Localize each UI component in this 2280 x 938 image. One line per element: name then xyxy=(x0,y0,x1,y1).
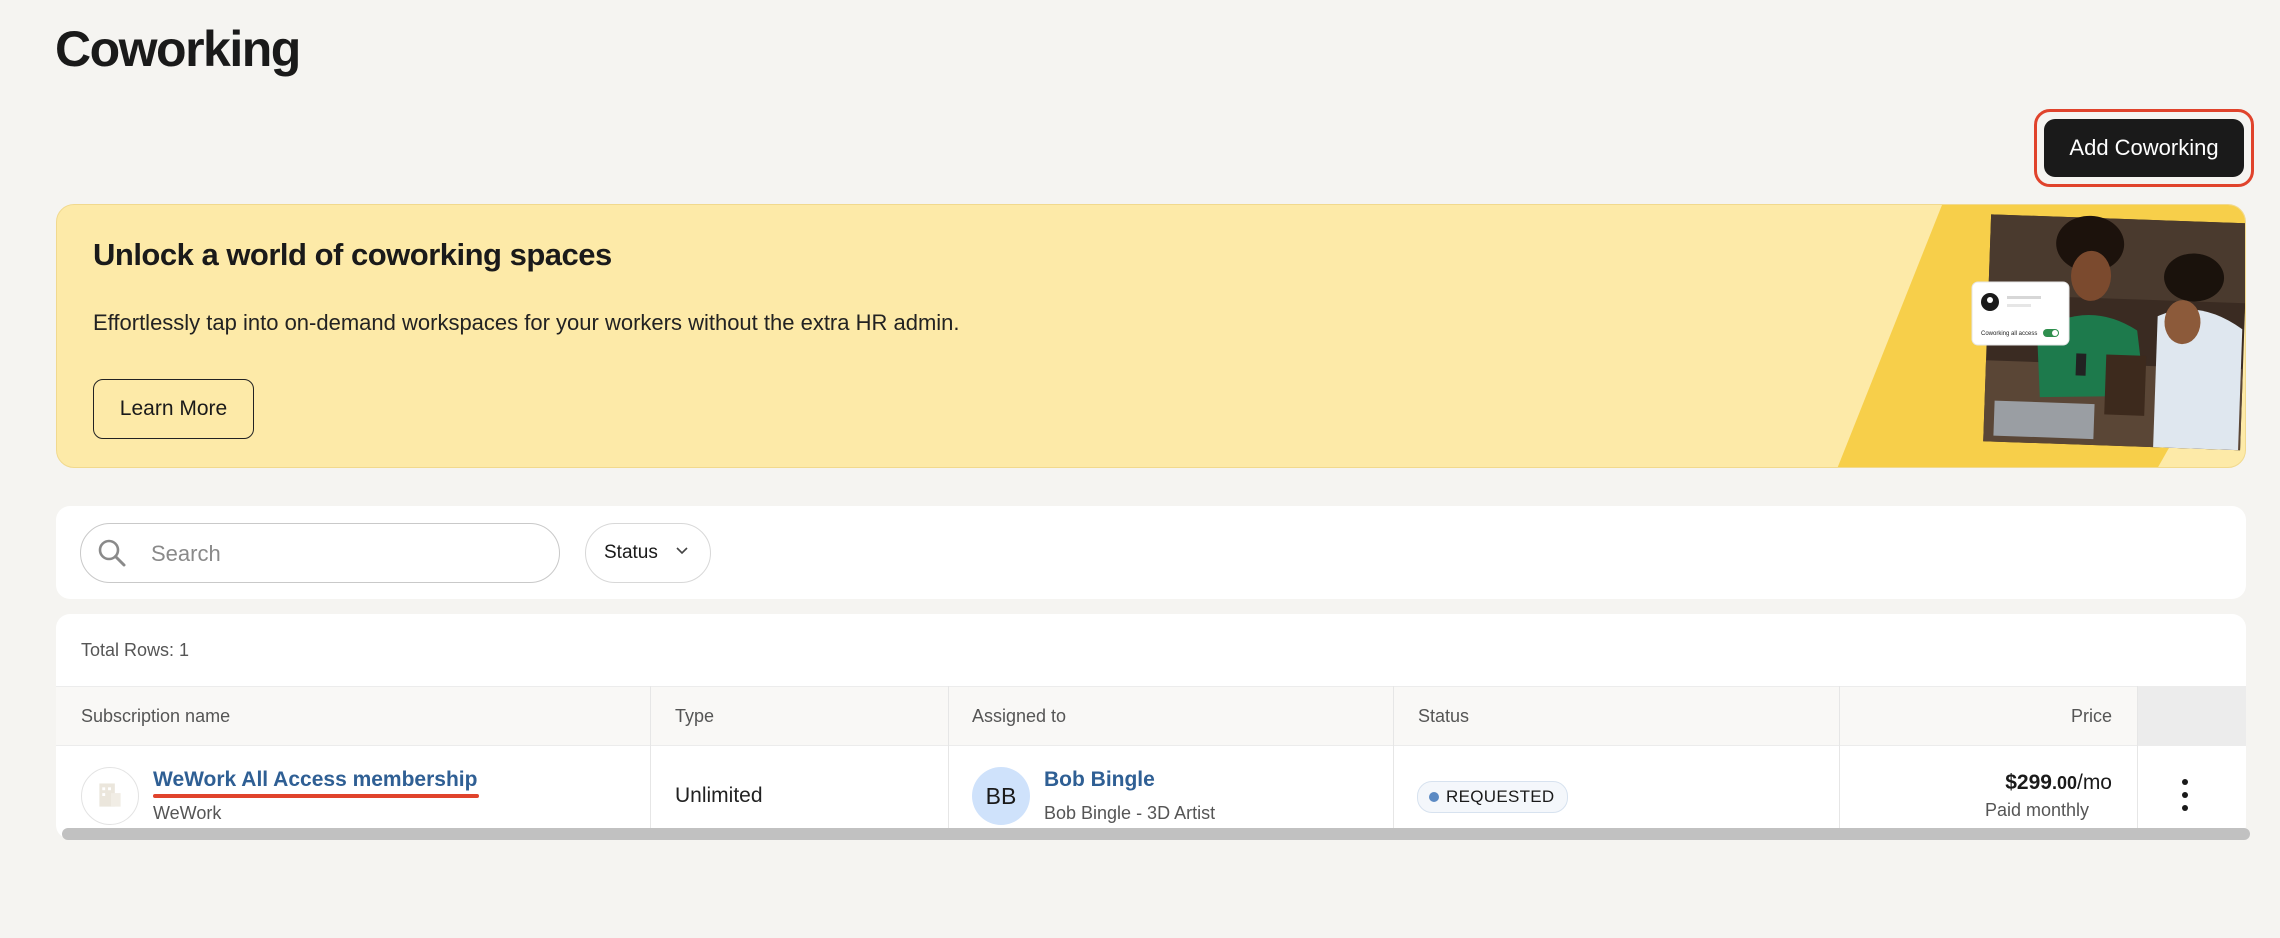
price-period: /mo xyxy=(2076,771,2112,794)
illustration-card-label: Coworking all access xyxy=(1981,331,2037,337)
billing-frequency: Paid monthly xyxy=(1984,800,2089,820)
subscription-vendor: WeWork xyxy=(153,803,222,823)
table-header: Subscription name Type Assigned to Statu… xyxy=(56,686,2246,746)
status-badge: REQUESTED xyxy=(1417,781,1568,813)
column-divider xyxy=(1839,686,1840,839)
status-text: REQUESTED xyxy=(1446,787,1555,806)
learn-more-button[interactable]: Learn More xyxy=(93,379,254,439)
banner-description: Effortlessly tap into on-demand workspac… xyxy=(93,310,960,335)
row-actions-menu-icon[interactable] xyxy=(2175,779,2195,811)
price-cents: .00 xyxy=(2051,773,2077,793)
filter-bar: Status xyxy=(56,506,2246,599)
column-header-status[interactable]: Status xyxy=(1418,687,1469,745)
column-header-actions xyxy=(2138,687,2246,745)
banner-illustration: Coworking all access xyxy=(1837,205,2245,467)
status-filter-dropdown[interactable]: Status xyxy=(585,523,711,583)
banner-title: Unlock a world of coworking spaces xyxy=(93,237,612,272)
status-dot xyxy=(1429,792,1439,802)
assignee-role: Bob Bingle - 3D Artist xyxy=(1044,803,1216,823)
search-input[interactable] xyxy=(149,538,543,570)
column-divider xyxy=(948,686,949,839)
add-coworking-button[interactable]: Add Coworking xyxy=(2044,119,2244,177)
subscription-name-highlight xyxy=(153,794,479,798)
add-coworking-highlight: Add Coworking xyxy=(2034,109,2254,187)
subscription-logo xyxy=(81,767,139,825)
column-divider xyxy=(1393,686,1394,839)
column-header-price[interactable]: Price xyxy=(2071,687,2112,745)
price-amount: $299 xyxy=(2005,771,2052,794)
avatar: BB xyxy=(972,767,1030,825)
search-box[interactable] xyxy=(80,523,560,583)
column-header-assigned-to[interactable]: Assigned to xyxy=(972,687,1066,745)
column-divider xyxy=(650,686,651,839)
subscriptions-table: Total Rows: 1 Subscription name Type Ass… xyxy=(56,614,2246,839)
page-title: Coworking xyxy=(55,21,301,77)
total-rows-count: Total Rows: 1 xyxy=(81,640,190,660)
column-divider xyxy=(2137,686,2138,839)
subscription-type: Unlimited xyxy=(675,784,763,807)
column-header-type[interactable]: Type xyxy=(675,687,714,745)
status-filter-label: Status xyxy=(604,542,658,563)
column-header-subscription-name[interactable]: Subscription name xyxy=(81,687,230,745)
search-icon xyxy=(98,539,126,567)
subscription-name-link[interactable]: WeWork All Access membership xyxy=(153,768,477,792)
building-icon xyxy=(99,783,121,807)
promo-banner: Unlock a world of coworking spaces Effor… xyxy=(56,204,2246,468)
price: $299.00/mo xyxy=(2005,771,2112,795)
chevron-down-icon xyxy=(676,547,688,555)
horizontal-scrollbar[interactable] xyxy=(62,828,2250,840)
assignee-name-link[interactable]: Bob Bingle xyxy=(1044,768,1155,792)
